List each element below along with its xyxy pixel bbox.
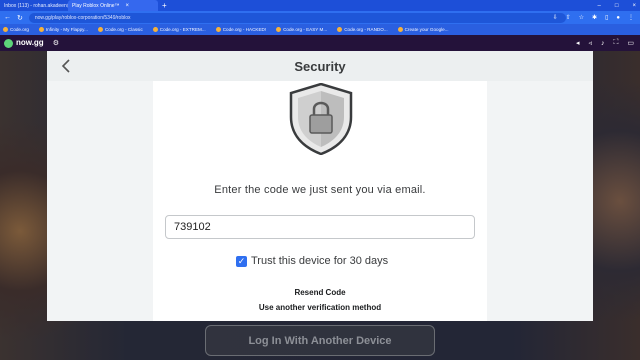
security-dialog: Security Enter the code we just sent you… [47, 51, 593, 321]
volume-icon[interactable]: ♪ [601, 40, 605, 47]
new-tab-button[interactable]: + [162, 1, 167, 10]
bookmark-item[interactable]: Code.org - EXTREM... [152, 27, 206, 32]
resend-code-link[interactable]: Resend Code [153, 288, 487, 297]
window-controls: – □ × [598, 0, 636, 11]
bookmark-item[interactable]: Infinity - My Flappy... [38, 27, 88, 32]
sidepanel-icon[interactable]: ▯ [605, 14, 608, 21]
reload-icon[interactable]: ↻ [17, 14, 23, 22]
verification-instructions: Enter the code we just sent you via emai… [214, 184, 426, 196]
dialog-title: Security [294, 58, 346, 74]
nowgg-controls: ◂ ◃ ♪ ⛶ ▭ [576, 35, 634, 51]
bookmark-favicon-icon [397, 27, 403, 32]
bookmark-favicon-icon [152, 27, 158, 32]
nowgg-logo-text: now.gg [16, 38, 44, 47]
bookmark-item[interactable]: Code.org - Classic [97, 27, 143, 32]
gear-icon[interactable]: ⚙ [53, 39, 59, 47]
verification-code-input[interactable] [165, 215, 475, 239]
address-bar[interactable]: now.gg/play/roblox-corporation/5349/robl… [28, 12, 566, 23]
nowgg-toolbar: now.gg MOBILE CLOUD ⚙ ◂ ◃ ♪ ⛶ ▭ [0, 35, 640, 54]
trust-device-label[interactable]: Trust this device for 30 days [251, 255, 388, 267]
bookmark-item[interactable]: Code.org - HACKED! [215, 27, 266, 32]
sidebar-toggle-icon[interactable]: ▭ [627, 39, 634, 47]
bookmark-favicon-icon [276, 27, 282, 32]
tab-label: Play Roblox Online™ [72, 2, 120, 9]
tab-label: Inbox (113) - rohan.akadeen@ [4, 2, 72, 9]
url-text: now.gg/play/roblox-corporation/5349/robl… [34, 14, 131, 21]
bookmark-favicon-icon [97, 27, 103, 32]
address-bar-row: ← ↻ now.gg/play/roblox-corporation/5349/… [0, 11, 640, 24]
back-button[interactable] [59, 58, 73, 74]
trust-device-row[interactable]: ✓ Trust this device for 30 days [236, 254, 388, 268]
install-icon[interactable]: ⇩ [553, 14, 558, 21]
dialog-header: Security [47, 51, 593, 81]
volume-down-icon[interactable]: ◂ [576, 39, 580, 47]
bookmark-item[interactable]: Create your Google... [397, 27, 449, 32]
star-icon[interactable]: ☆ [579, 14, 584, 21]
nowgg-logo-icon [4, 38, 13, 48]
menu-icon[interactable]: ⋮ [628, 14, 634, 21]
profile-icon[interactable]: ● [616, 15, 620, 21]
toolbar-icons: ⇩ ⇧ ☆ ✱ ▯ ● ⋮ [553, 11, 634, 24]
bookmark-favicon-icon [337, 27, 343, 32]
bookmark-favicon-icon [215, 27, 221, 32]
login-another-device-button[interactable]: Log In With Another Device [205, 325, 435, 356]
trust-device-checkbox[interactable]: ✓ [236, 255, 247, 267]
tab-gmail-inbox[interactable]: Inbox (113) - rohan.akadeen@ × [0, 0, 81, 11]
fullscreen-icon[interactable]: ⛶ [613, 39, 618, 47]
bookmark-item[interactable]: Code.org - EASY M... [276, 27, 327, 32]
close-tab-icon[interactable]: × [126, 3, 130, 9]
another-verification-method-link[interactable]: Use another verification method [153, 303, 487, 312]
share-icon[interactable]: ⇧ [566, 14, 571, 21]
shield-lock-icon [289, 83, 353, 155]
browser-tab-strip: Inbox (113) - rohan.akadeen@ × Play Robl… [0, 0, 640, 11]
tab-play-roblox[interactable]: Play Roblox Online™ × [68, 0, 158, 11]
verification-panel: Enter the code we just sent you via emai… [153, 81, 487, 321]
maximize-icon[interactable]: □ [615, 3, 619, 9]
volume-up-icon[interactable]: ◃ [588, 39, 592, 47]
extensions-icon[interactable]: ✱ [592, 14, 597, 21]
bookmark-item[interactable]: Code.org - RANDO... [337, 27, 388, 32]
bookmarks-bar: Code.org Infinity - My Flappy... Code.or… [0, 24, 640, 35]
back-arrow-icon[interactable]: ← [4, 14, 11, 21]
minimize-icon[interactable]: – [598, 3, 601, 9]
close-window-icon[interactable]: × [632, 3, 636, 9]
chevron-left-icon [61, 59, 70, 73]
